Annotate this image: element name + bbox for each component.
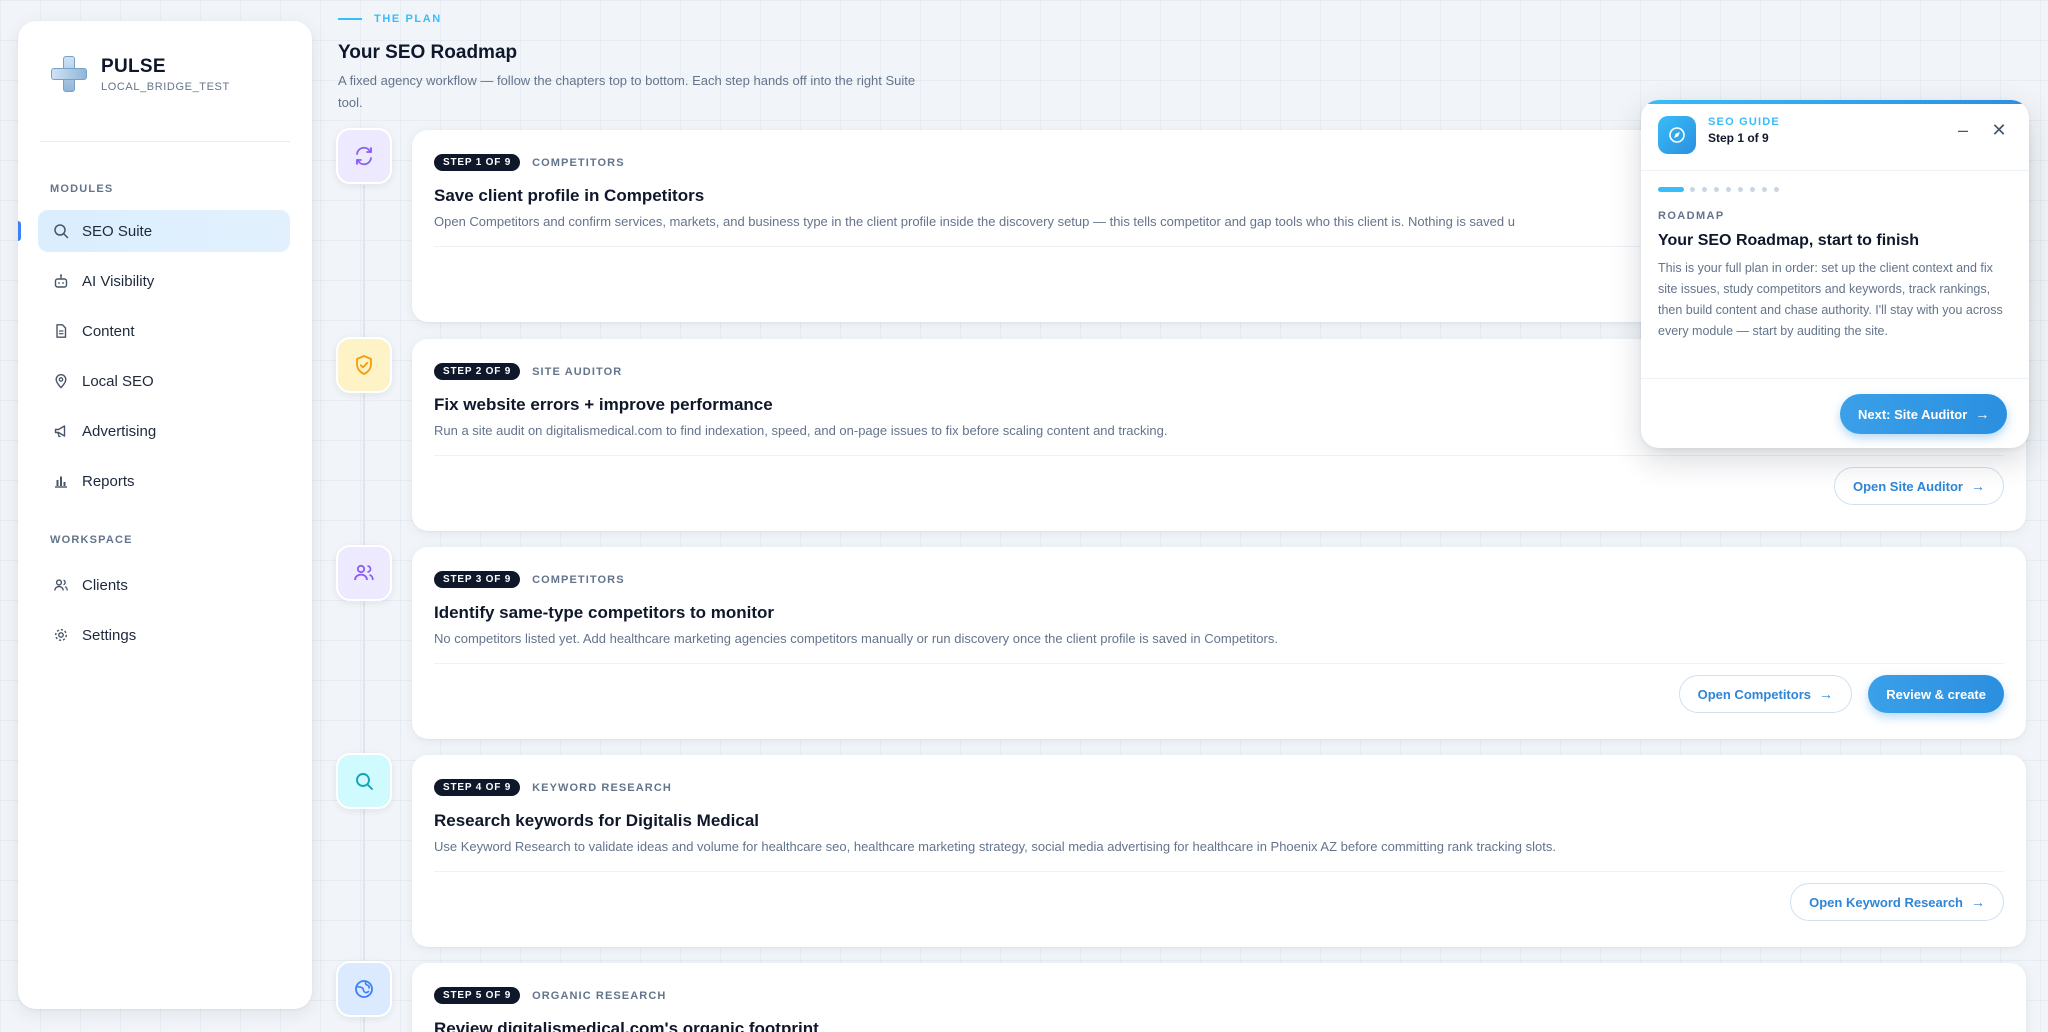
step-badge: STEP 2 OF 9 [434, 363, 521, 380]
progress-dot [1762, 187, 1767, 192]
compass-icon [1658, 116, 1696, 154]
divider [434, 871, 2004, 872]
arrow-right-icon: → [1971, 894, 1985, 910]
guide-progress [1658, 187, 1786, 192]
brand-subtitle: LOCAL_BRIDGE_TEST [101, 80, 230, 93]
seo-guide-panel: SEO GUIDE Step 1 of 9 – ✕ ROADMAP Your S… [1641, 100, 2029, 448]
section-eyebrow: THE PLAN [338, 13, 442, 25]
guide-step-counter: Step 1 of 9 [1708, 131, 1769, 145]
gear-icon [52, 626, 70, 644]
pulse-logo-icon [49, 54, 89, 94]
step-title: Identify same-type competitors to monito… [434, 603, 775, 622]
arrow-right-icon: → [1971, 478, 1985, 494]
step-description: Use Keyword Research to validate ideas a… [434, 839, 1556, 854]
globe-icon [336, 961, 392, 1017]
document-icon [52, 322, 70, 340]
review-create-button[interactable]: Review & create [1868, 675, 2004, 713]
step-title: Save client profile in Competitors [434, 186, 705, 205]
sidebar-item-label: Clients [82, 576, 128, 594]
progress-dot [1738, 187, 1743, 192]
divider [434, 455, 2004, 456]
map-pin-icon [52, 372, 70, 390]
sidebar-item-ai-visibility[interactable]: AI Visibility [38, 260, 290, 302]
page-description: A fixed agency workflow — follow the cha… [338, 73, 916, 110]
sidebar-item-label: AI Visibility [82, 272, 155, 290]
bar-chart-icon [52, 472, 70, 490]
next-site-auditor-button[interactable]: Next: Site Auditor → [1840, 394, 2008, 434]
divider [434, 663, 2004, 664]
guide-eyebrow: ROADMAP [1658, 210, 1725, 222]
progress-dot [1714, 187, 1719, 192]
step-description: Run a site audit on digitalismedical.com… [434, 423, 1168, 438]
open-keyword-research-button[interactable]: Open Keyword Research → [1790, 883, 2004, 921]
divider [40, 141, 290, 142]
sidebar-item-label: Advertising [82, 422, 157, 440]
guide-accent-bar [1641, 100, 2029, 104]
search-icon [52, 222, 70, 240]
sidebar-item-label: SEO Suite [82, 222, 153, 240]
sidebar-item-advertising[interactable]: Advertising [38, 410, 290, 452]
step-title: Fix website errors + improve performance [434, 395, 773, 414]
step-card-3: STEP 3 OF 9 COMPETITORS Identify same-ty… [412, 547, 2026, 739]
step-card-4: STEP 4 OF 9 KEYWORD RESEARCH Research ke… [412, 755, 2026, 947]
step-category: COMPETITORS [532, 156, 625, 169]
active-indicator [18, 221, 21, 241]
progress-dot [1702, 187, 1707, 192]
brand[interactable]: PULSE LOCAL_BRIDGE_TEST [49, 54, 230, 94]
shield-check-icon [336, 337, 392, 393]
sidebar-item-label: Reports [82, 472, 135, 490]
step-badge: STEP 3 OF 9 [434, 571, 521, 588]
guide-label: SEO GUIDE [1708, 116, 1780, 128]
step-category: ORGANIC RESEARCH [532, 989, 667, 1002]
sidebar-item-label: Settings [82, 626, 137, 644]
step-card-5: STEP 5 OF 9 ORGANIC RESEARCH Review digi… [412, 963, 2026, 1032]
megaphone-icon [52, 422, 70, 440]
timeline-line [363, 185, 365, 1032]
sidebar-item-settings[interactable]: Settings [38, 614, 290, 656]
step-title: Review digitalismedical.com's organic fo… [434, 1019, 819, 1032]
sidebar: PULSE LOCAL_BRIDGE_TEST MODULES SEO Suit… [18, 21, 312, 1009]
divider [1641, 378, 2029, 379]
open-competitors-button[interactable]: Open Competitors → [1678, 675, 1852, 713]
robot-icon [52, 272, 70, 290]
guide-body: This is your full plan in order: set up … [1658, 261, 2003, 338]
progress-dot [1750, 187, 1755, 192]
step-badge: STEP 1 OF 9 [434, 154, 521, 171]
sidebar-item-seo-suite[interactable]: SEO Suite [38, 210, 290, 252]
sidebar-item-label: Local SEO [82, 372, 154, 390]
users-icon [336, 545, 392, 601]
page-title: Your SEO Roadmap [338, 42, 518, 63]
divider [1641, 170, 2029, 171]
sidebar-item-local-seo[interactable]: Local SEO [38, 360, 290, 402]
open-site-auditor-button[interactable]: Open Site Auditor → [1833, 467, 2004, 505]
users-icon [52, 576, 70, 594]
step-badge: STEP 5 OF 9 [434, 987, 521, 1004]
progress-dot [1726, 187, 1731, 192]
sidebar-item-reports[interactable]: Reports [38, 460, 290, 502]
guide-title: Your SEO Roadmap, start to finish [1658, 232, 1920, 249]
step-description: No competitors listed yet. Add healthcar… [434, 631, 1278, 646]
step-category: KEYWORD RESEARCH [532, 781, 672, 794]
arrow-right-icon: → [1819, 686, 1833, 702]
search-icon [336, 753, 392, 809]
progress-current [1658, 187, 1684, 192]
brand-name: PULSE [101, 55, 166, 77]
workspace-section-label: WORKSPACE [50, 534, 133, 546]
minimize-icon[interactable]: – [1949, 116, 1977, 144]
close-icon[interactable]: ✕ [1985, 116, 2013, 144]
step-badge: STEP 4 OF 9 [434, 779, 521, 796]
step-category: SITE AUDITOR [532, 365, 623, 378]
sidebar-item-content[interactable]: Content [38, 310, 290, 352]
arrow-right-icon: → [1975, 406, 1990, 422]
refresh-icon [336, 128, 392, 184]
step-category: COMPETITORS [532, 573, 625, 586]
step-description: Open Competitors and confirm services, m… [434, 214, 1515, 229]
modules-section-label: MODULES [50, 183, 114, 195]
sidebar-item-label: Content [82, 322, 135, 340]
step-title: Research keywords for Digitalis Medical [434, 811, 760, 830]
progress-dot [1690, 187, 1695, 192]
sidebar-item-clients[interactable]: Clients [38, 564, 290, 606]
progress-dot [1774, 187, 1779, 192]
